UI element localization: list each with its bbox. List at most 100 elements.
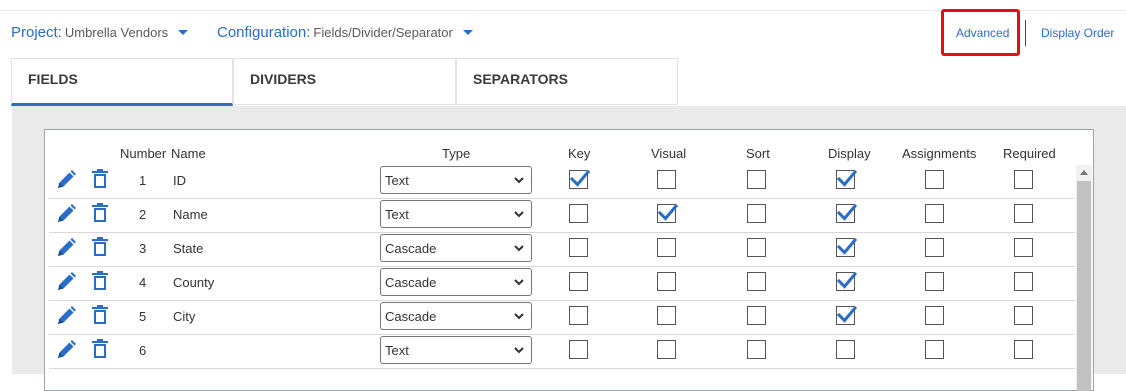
pencil-icon[interactable] [55,305,77,332]
header-separator [1025,20,1026,46]
assignments-checkbox[interactable] [925,306,944,325]
display-checkbox[interactable] [836,340,855,359]
chevron-down-icon [178,30,189,35]
key-checkbox[interactable] [569,204,588,223]
column-header-visual: Visual [651,146,687,161]
type-select-value: Text [385,173,409,188]
configuration-selector[interactable]: Configuration: Fields/Divider/Separator [217,24,473,41]
table-row: 4 County Cascade [45,267,1075,301]
trash-icon[interactable] [92,339,108,364]
key-checkbox[interactable] [569,169,591,189]
type-select-value: Cascade [385,241,437,256]
key-checkbox[interactable] [569,272,588,291]
visual-checkbox[interactable] [657,238,676,257]
assignments-checkbox[interactable] [925,238,944,257]
key-checkbox[interactable] [569,306,588,325]
chevron-down-icon [513,174,525,189]
visual-checkbox[interactable] [657,272,676,291]
type-select-value: Cascade [385,309,437,324]
visual-checkbox[interactable] [657,306,676,325]
display-checkbox[interactable] [836,271,858,291]
display-checkbox[interactable] [836,305,858,325]
chevron-down-icon [513,276,525,291]
display-checkbox[interactable] [836,169,858,189]
tab-separators[interactable]: SEPARATORS [456,58,678,105]
pencil-icon[interactable] [55,237,77,264]
assignments-checkbox[interactable] [925,340,944,359]
scrollbar-thumb[interactable] [1077,181,1091,391]
required-checkbox[interactable] [1014,204,1033,223]
sort-checkbox[interactable] [747,340,766,359]
column-header-name: Name [171,146,206,161]
chevron-down-icon [513,310,525,325]
required-checkbox[interactable] [1014,272,1033,291]
visual-checkbox[interactable] [657,340,676,359]
trash-icon[interactable] [92,271,108,296]
pencil-icon[interactable] [55,271,77,298]
row-number: 6 [139,343,147,358]
type-select[interactable]: Cascade [380,234,532,262]
column-header-assignments: Assignments [902,146,977,161]
table-row: 2 Name Text [45,199,1075,233]
type-select[interactable]: Cascade [380,268,532,296]
trash-icon[interactable] [92,237,108,262]
column-header-display: Display [828,146,871,161]
vertical-scrollbar[interactable] [1076,165,1092,391]
sort-checkbox[interactable] [747,238,766,257]
type-select[interactable]: Text [380,166,532,194]
sort-checkbox[interactable] [747,170,766,189]
type-select[interactable]: Text [380,336,532,364]
sort-checkbox[interactable] [747,204,766,223]
sort-checkbox[interactable] [747,306,766,325]
trash-icon[interactable] [92,169,108,194]
pencil-icon[interactable] [55,203,77,230]
display-checkbox[interactable] [836,203,858,223]
project-label: Project: [11,24,62,41]
assignments-checkbox[interactable] [925,204,944,223]
project-value: Umbrella Vendors [64,25,169,40]
required-checkbox[interactable] [1014,238,1033,257]
tab-fields[interactable]: FIELDS [11,58,233,106]
row-divider [49,368,1075,369]
type-select-value: Text [385,343,409,358]
assignments-checkbox[interactable] [925,272,944,291]
required-checkbox[interactable] [1014,170,1033,189]
table-row: 3 State Cascade [45,233,1075,267]
sort-checkbox[interactable] [747,272,766,291]
type-select[interactable]: Text [380,200,532,228]
table-row: 5 City Cascade [45,301,1075,335]
key-checkbox[interactable] [569,238,588,257]
row-number: 4 [139,275,147,290]
advanced-link[interactable]: Advanced [956,26,1009,40]
scroll-up-arrow-icon[interactable] [1080,170,1088,175]
assignments-checkbox[interactable] [925,170,944,189]
type-select[interactable]: Cascade [380,302,532,330]
tab-bar: FIELDS DIVIDERS SEPARATORS [11,58,678,106]
display-order-link[interactable]: Display Order [1041,26,1114,40]
chevron-down-icon [513,344,525,359]
row-number: 1 [139,173,147,188]
chevron-down-icon [462,30,473,35]
content-area: Number Name Type Key Visual Sort Display… [12,106,1126,391]
table-row: 1 ID Text [45,165,1075,199]
pencil-icon[interactable] [55,169,77,196]
trash-icon[interactable] [92,305,108,330]
tab-dividers[interactable]: DIVIDERS [233,58,456,105]
pencil-icon[interactable] [55,339,77,366]
visual-checkbox[interactable] [657,170,676,189]
column-header-type: Type [442,146,471,161]
row-name: City [173,309,196,324]
visual-checkbox[interactable] [657,203,679,223]
chevron-down-icon [513,208,525,223]
key-checkbox[interactable] [569,340,588,359]
required-checkbox[interactable] [1014,340,1033,359]
row-name: Name [173,207,208,222]
display-checkbox[interactable] [836,237,858,257]
required-checkbox[interactable] [1014,306,1033,325]
project-selector[interactable]: Project: Umbrella Vendors [11,24,189,41]
row-number: 2 [139,207,147,222]
trash-icon[interactable] [92,203,108,228]
column-header-required: Required [1003,146,1056,161]
type-select-value: Cascade [385,275,437,290]
header: Project: Umbrella Vendors Configuration: F… [0,0,1126,60]
